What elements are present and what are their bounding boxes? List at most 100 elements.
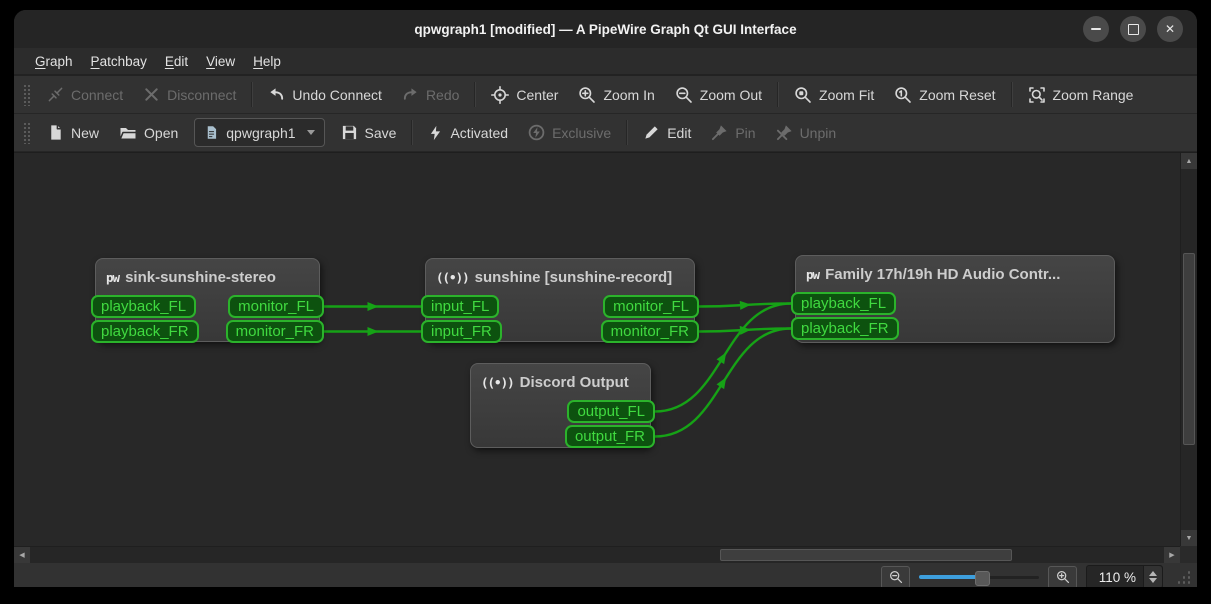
minimize-button[interactable]	[1083, 16, 1109, 42]
slider-handle[interactable]	[975, 571, 990, 586]
horizontal-scrollbar[interactable]: ◀ ▶	[14, 546, 1180, 563]
zoom-reset-label: Zoom Reset	[919, 87, 995, 103]
menu-patchbay[interactable]: Patchbay	[82, 51, 156, 72]
spinbox-arrows[interactable]	[1143, 566, 1162, 587]
connection-wires-layer	[14, 153, 1180, 546]
port-monitor_FR[interactable]: monitor_FR	[601, 320, 699, 343]
pin-button[interactable]: Pin	[701, 119, 765, 147]
disconnect-button[interactable]: Disconnect	[133, 81, 246, 109]
port-monitor_FR[interactable]: monitor_FR	[226, 320, 324, 343]
new-button[interactable]: New	[37, 119, 109, 147]
connect-label: Connect	[71, 87, 123, 103]
unpin-button[interactable]: Unpin	[766, 119, 847, 147]
port-input_FR[interactable]: input_FR	[421, 320, 502, 343]
undo-icon	[268, 86, 285, 103]
port-playback_FR[interactable]: playback_FR	[91, 320, 199, 343]
toolbar-separator	[251, 82, 253, 107]
zoom-in-small-button[interactable]	[1048, 566, 1077, 588]
graph-node-family[interactable]: pwFamily 17h/19h HD Audio Contr...playba…	[795, 255, 1115, 343]
graph-node-sink[interactable]: pwsink-sunshine-stereoplayback_FLplaybac…	[95, 258, 320, 342]
zoom-in-button[interactable]: Zoom In	[568, 81, 664, 109]
scroll-right-button[interactable]: ▶	[1164, 547, 1180, 563]
node-header: ((•))sunshine [sunshine-record]	[426, 259, 694, 293]
zoom-slider[interactable]	[919, 570, 1039, 584]
open-button[interactable]: Open	[109, 119, 188, 147]
stream-icon: ((•))	[481, 375, 514, 390]
toolbar-drag-handle[interactable]	[23, 84, 30, 106]
toolbar-separator	[411, 120, 413, 145]
zoom-reset-button[interactable]: Zoom Reset	[884, 81, 1005, 109]
exclusive-button[interactable]: Exclusive	[518, 119, 621, 147]
session-name: qpwgraph1	[226, 125, 295, 141]
save-button[interactable]: Save	[331, 119, 407, 147]
zoom-range-icon	[1028, 86, 1046, 104]
vertical-scrollbar[interactable]: ▲ ▼	[1180, 153, 1197, 546]
port-playback_FR[interactable]: playback_FR	[791, 317, 899, 340]
status-bar: 110 %	[14, 563, 1197, 587]
spin-down-icon	[1149, 578, 1157, 583]
resize-grip[interactable]	[1176, 570, 1191, 585]
port-output_FL[interactable]: output_FL	[567, 400, 655, 423]
port-output_FR[interactable]: output_FR	[565, 425, 655, 448]
edit-button[interactable]: Edit	[633, 119, 701, 147]
zoom-in-label: Zoom In	[603, 87, 654, 103]
zoom-out-small-button[interactable]	[881, 566, 910, 588]
zoom-fit-icon	[794, 86, 812, 104]
zoom-in-icon	[578, 86, 596, 104]
port-playback_FL[interactable]: playback_FL	[791, 292, 896, 315]
toolbar-separator	[1011, 82, 1013, 107]
node-header: ((•))Discord Output	[471, 364, 650, 398]
horizontal-scroll-thumb[interactable]	[720, 549, 1012, 561]
vertical-scroll-thumb[interactable]	[1183, 253, 1195, 445]
zoom-fit-label: Zoom Fit	[819, 87, 874, 103]
activated-icon	[428, 125, 443, 141]
node-title: sink-sunshine-stereo	[125, 269, 276, 286]
scroll-left-button[interactable]: ◀	[14, 547, 30, 563]
undo-connect-label: Undo Connect	[292, 87, 382, 103]
menu-view[interactable]: View	[197, 51, 244, 72]
port-monitor_FL[interactable]: monitor_FL	[603, 295, 699, 318]
undo-connect-button[interactable]: Undo Connect	[258, 81, 392, 109]
toolbar-separator	[474, 82, 476, 107]
app-window: qpwgraph1 [modified] — A PipeWire Graph …	[14, 10, 1197, 587]
redo-icon	[402, 86, 419, 103]
graph-canvas[interactable]: pwsink-sunshine-stereoplayback_FLplaybac…	[14, 152, 1197, 563]
title-bar[interactable]: qpwgraph1 [modified] — A PipeWire Graph …	[14, 10, 1197, 48]
connect-icon	[47, 86, 64, 103]
toolbar-drag-handle[interactable]	[23, 122, 30, 144]
center-button[interactable]: Center	[481, 81, 568, 109]
activated-button[interactable]: Activated	[418, 119, 518, 147]
combobox-caret-icon	[307, 130, 315, 135]
menu-help[interactable]: Help	[244, 51, 290, 72]
zoom-spinbox[interactable]: 110 %	[1086, 565, 1163, 587]
wire-arrow-icon	[717, 377, 727, 389]
new-label: New	[71, 125, 99, 141]
redo-button[interactable]: Redo	[392, 81, 469, 109]
scroll-up-button[interactable]: ▲	[1181, 153, 1197, 169]
close-button[interactable]: ✕	[1157, 16, 1183, 42]
menu-graph[interactable]: Graph	[26, 51, 82, 72]
new-file-icon	[47, 124, 64, 141]
graph-node-sunshine[interactable]: ((•))sunshine [sunshine-record]input_FLi…	[425, 258, 695, 342]
zoom-fit-button[interactable]: Zoom Fit	[784, 81, 884, 109]
port-playback_FL[interactable]: playback_FL	[91, 295, 196, 318]
zoom-out-icon	[675, 86, 693, 104]
maximize-button[interactable]	[1120, 16, 1146, 42]
pin-icon	[711, 124, 728, 141]
port-monitor_FL[interactable]: monitor_FL	[228, 295, 324, 318]
menu-edit[interactable]: Edit	[156, 51, 197, 72]
pin-label: Pin	[735, 125, 755, 141]
graph-node-discord[interactable]: ((•))Discord Outputoutput_FLoutput_FR	[470, 363, 651, 448]
connect-button[interactable]: Connect	[37, 81, 133, 109]
wire-arrow-icon	[368, 302, 379, 311]
minimize-icon	[1091, 28, 1101, 30]
zoom-out-button[interactable]: Zoom Out	[665, 81, 772, 109]
center-icon	[491, 86, 509, 104]
zoom-range-button[interactable]: Zoom Range	[1018, 81, 1144, 109]
scroll-down-button[interactable]: ▼	[1181, 530, 1197, 546]
graph-viewport[interactable]: pwsink-sunshine-stereoplayback_FLplaybac…	[14, 153, 1180, 546]
port-input_FL[interactable]: input_FL	[421, 295, 499, 318]
wire-arrow-icon	[740, 301, 751, 310]
session-combobox[interactable]: qpwgraph1	[194, 118, 324, 147]
unpin-label: Unpin	[800, 125, 837, 141]
